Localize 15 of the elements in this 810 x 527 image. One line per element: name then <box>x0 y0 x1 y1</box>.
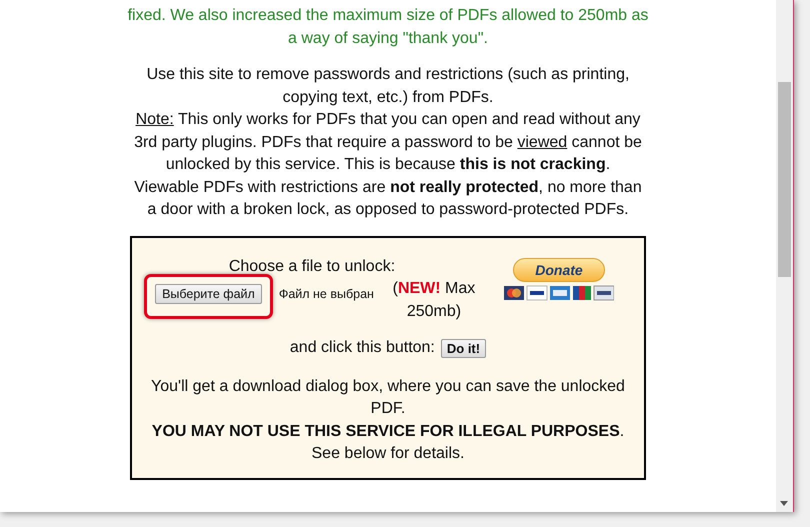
max-size-note: (NEW! Max 250mb) <box>392 279 476 322</box>
file-status: Файл не выбран <box>278 286 374 303</box>
download-info-text: You'll get a download dialog box, where you can save the unlocked PDF. <box>150 376 626 419</box>
note-text: Note: This only works for PDFs that you can open and read without any 3rd party plugins. PDFs that require a password to be viewed cannot be unlocked by this service. This is because this is not cracking. Viewable PDFs with restrictions are not really protected, no more than a door with a broken lock, as opposed to password-protected PDFs. <box>133 110 643 220</box>
do-it-button[interactable]: Do it! <box>440 338 486 358</box>
intro-text: Use this site to remove passwords and restrictions (such as printing, copying text, etc.) from PDFs. <box>146 65 630 108</box>
notice-text: fixed. We also increased the maximum size of PDFs allowed to 250mb as a way of saying "thank you". <box>126 6 650 48</box>
scroll-thumb[interactable] <box>778 82 791 277</box>
upload-prompt: Choose a file to unlock: <box>228 256 396 276</box>
scroll-down-icon[interactable] <box>780 501 788 507</box>
legal-warning-text: YOU MAY NOT USE THIS SERVICE FOR ILLEGAL PURPOSES. See below for details. <box>150 422 626 464</box>
choose-file-button[interactable]: Выберите файл <box>155 284 262 304</box>
submit-label: and click this button: <box>290 338 435 358</box>
scrollbar[interactable] <box>776 0 793 512</box>
donate-button[interactable]: Donate <box>513 258 605 282</box>
